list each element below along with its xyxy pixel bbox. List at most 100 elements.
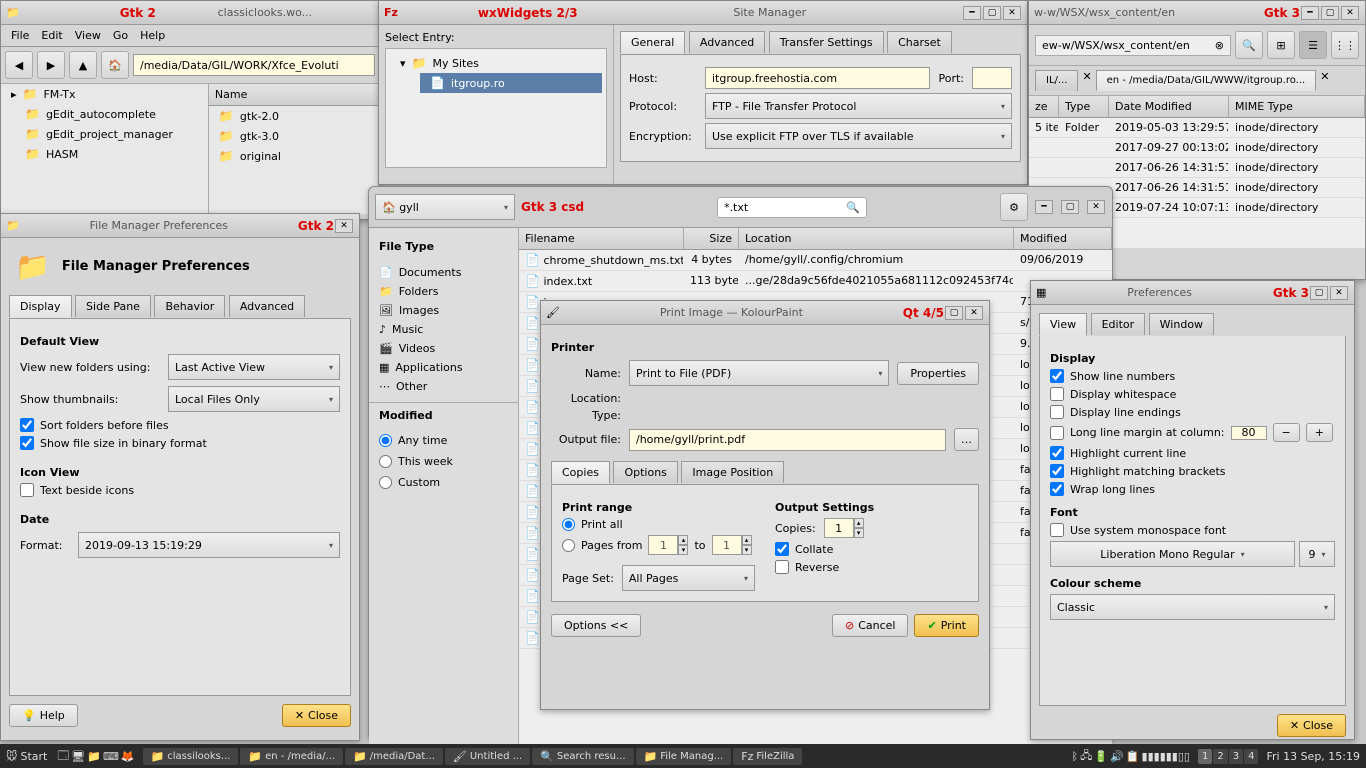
tab-1[interactable]: IL/...: [1035, 70, 1078, 91]
minimize-icon[interactable]: ━: [1035, 200, 1053, 214]
page-set-combo[interactable]: All Pages: [622, 565, 755, 591]
table-row[interactable]: 2017-09-27 00:13:02inode/directory: [1029, 138, 1365, 158]
table-row[interactable]: index.txt113 bytes...ge/28da9c56fde40210…: [519, 271, 1112, 292]
spin-down[interactable]: ▾: [854, 528, 864, 538]
host-input[interactable]: [705, 67, 930, 89]
task-item[interactable]: 📁classilooks...: [143, 748, 239, 765]
restore-icon[interactable]: ▢: [945, 306, 963, 320]
protocol-combo[interactable]: FTP - File Transfer Protocol: [705, 93, 1012, 119]
line-numbers-check[interactable]: [1050, 369, 1064, 383]
close-icon[interactable]: ✕: [1341, 6, 1359, 20]
print-button[interactable]: ✔Print: [914, 614, 979, 637]
task-item[interactable]: 🖌Untitled ...: [445, 748, 530, 765]
quicklaunch-icon[interactable]: 📁: [87, 750, 101, 763]
col-mime[interactable]: MIME Type: [1229, 96, 1365, 117]
close-icon[interactable]: ✕: [335, 219, 353, 233]
filetype-item[interactable]: 🎬Videos: [369, 339, 518, 358]
col-type[interactable]: Type: [1059, 96, 1109, 117]
workspace-3[interactable]: 3: [1229, 749, 1243, 764]
encryption-combo[interactable]: Use explicit FTP over TLS if available: [705, 123, 1012, 149]
tab-2[interactable]: en - /media/Data/GIL/WWW/itgroup.ro...: [1096, 70, 1317, 91]
decrement-button[interactable]: −: [1273, 423, 1300, 442]
filetype-item[interactable]: ▦Applications: [369, 358, 518, 377]
tray-volume[interactable]: ▮▮▮▮▮▮▯▯: [1142, 750, 1190, 763]
browse-button[interactable]: …: [954, 428, 979, 451]
clock[interactable]: Fri 13 Sep, 15:19: [1266, 750, 1360, 763]
options-button[interactable]: Options <<: [551, 614, 641, 637]
list-item[interactable]: original: [209, 146, 379, 166]
text-beside-check[interactable]: [20, 483, 34, 497]
tray-icon[interactable]: 🖧: [1080, 747, 1092, 766]
binary-check[interactable]: [20, 436, 34, 450]
filetype-item[interactable]: ♪Music: [369, 320, 518, 339]
tree-site[interactable]: itgroup.ro: [420, 73, 602, 93]
quicklaunch-icon[interactable]: 🦊: [121, 750, 135, 763]
tab-transfer[interactable]: Transfer Settings: [769, 31, 884, 53]
table-row[interactable]: chrome_shutdown_ms.txt4 bytes/home/gyll/…: [519, 250, 1112, 271]
search-input[interactable]: [724, 201, 834, 214]
location-combo[interactable]: 🏠 gyll: [375, 194, 515, 220]
start-menu[interactable]: 🐭 Start: [6, 750, 47, 763]
close-icon[interactable]: ✕: [1003, 6, 1021, 20]
task-item[interactable]: FzFileZilla: [733, 748, 802, 765]
workspace-1[interactable]: 1: [1198, 749, 1212, 764]
workspace-4[interactable]: 4: [1244, 749, 1258, 764]
properties-button[interactable]: Properties: [897, 362, 979, 385]
maximize-icon[interactable]: ▢: [1321, 6, 1339, 20]
maximize-icon[interactable]: ▢: [1061, 200, 1079, 214]
home-button[interactable]: 🏠: [101, 51, 129, 79]
radio-anytime[interactable]: [379, 434, 392, 447]
task-item[interactable]: 🔍Search resu...: [532, 748, 633, 765]
col-location[interactable]: Location: [739, 228, 1014, 249]
path-input[interactable]: [133, 54, 375, 76]
menu-view[interactable]: View: [75, 29, 101, 42]
tab-options[interactable]: Options: [613, 461, 677, 483]
search-icon[interactable]: 🔍: [846, 201, 860, 214]
maximize-icon[interactable]: ▢: [983, 6, 1001, 20]
tree-item[interactable]: ▸FM-Tx: [1, 84, 208, 104]
filetype-item[interactable]: 📄Documents: [369, 263, 518, 282]
minimize-icon[interactable]: ━: [1301, 6, 1319, 20]
tab-close-icon[interactable]: ✕: [1082, 70, 1091, 91]
menu-file[interactable]: File: [11, 29, 29, 42]
tab-general[interactable]: General: [620, 31, 685, 54]
tray-icon[interactable]: 📋: [1126, 750, 1140, 763]
search-icon[interactable]: 🔍: [1235, 31, 1263, 59]
tab-sidepane[interactable]: Side Pane: [75, 295, 151, 317]
tree-item[interactable]: HASM: [1, 144, 208, 164]
workspace-2[interactable]: 2: [1213, 749, 1227, 764]
spin-up[interactable]: ▴: [854, 518, 864, 528]
tray-icon[interactable]: 🔋: [1094, 750, 1108, 763]
increment-button[interactable]: +: [1306, 423, 1333, 442]
copies-input[interactable]: [824, 518, 854, 538]
task-item[interactable]: 📁/media/Dat...: [345, 748, 443, 765]
printer-combo[interactable]: Print to File (PDF): [629, 360, 889, 386]
list-item[interactable]: gtk-3.0: [209, 126, 379, 146]
radio-pages-from[interactable]: [562, 539, 575, 552]
menu-go[interactable]: Go: [113, 29, 128, 42]
col-size[interactable]: Size: [684, 228, 739, 249]
thumbs-combo[interactable]: Local Files Only: [168, 386, 340, 412]
reverse-check[interactable]: [775, 560, 789, 574]
radio-thisweek[interactable]: [379, 455, 392, 468]
col-size[interactable]: ze: [1029, 96, 1059, 117]
quicklaunch-icon[interactable]: 🖥: [71, 750, 85, 763]
filetype-item[interactable]: ⋯Other: [369, 377, 518, 396]
close-icon[interactable]: ✕: [965, 306, 983, 320]
col-filename[interactable]: Filename: [519, 228, 684, 249]
highlight-line-check[interactable]: [1050, 446, 1064, 460]
whitespace-check[interactable]: [1050, 387, 1064, 401]
close-icon[interactable]: ✕: [1330, 286, 1348, 300]
minimize-icon[interactable]: ━: [963, 6, 981, 20]
menu-edit[interactable]: Edit: [41, 29, 62, 42]
tray-icon[interactable]: ᛒ: [1072, 750, 1079, 763]
tree-item[interactable]: gEdit_project_manager: [1, 124, 208, 144]
sys-mono-check[interactable]: [1050, 523, 1064, 537]
col-date[interactable]: Date Modified: [1109, 96, 1229, 117]
list-item[interactable]: gtk-2.0: [209, 106, 379, 126]
list-view-icon[interactable]: ☰: [1299, 31, 1327, 59]
tree-mysites[interactable]: ▾My Sites: [390, 53, 602, 73]
date-format-combo[interactable]: 2019-09-13 15:19:29: [78, 532, 340, 558]
tab-view[interactable]: View: [1039, 313, 1087, 336]
task-item[interactable]: 📁en - /media/...: [240, 748, 343, 765]
